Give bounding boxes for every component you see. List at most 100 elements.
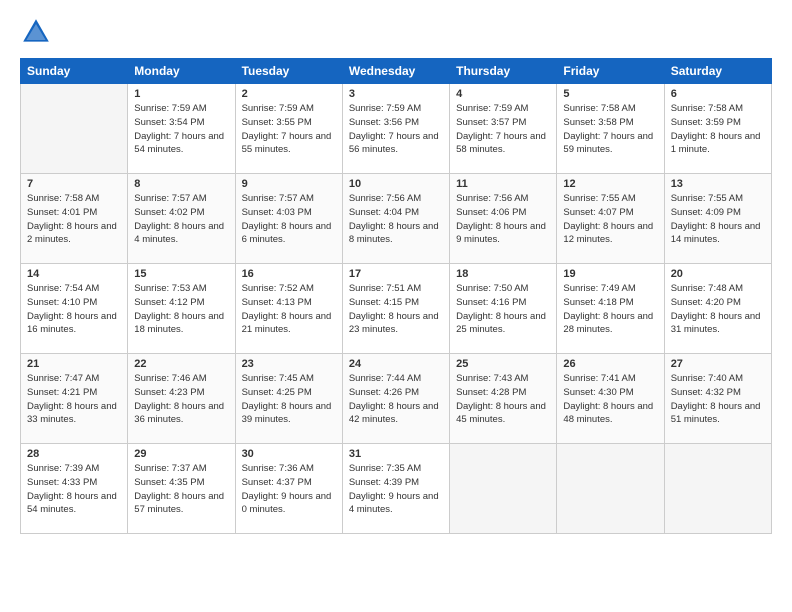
- calendar-day: [21, 84, 128, 174]
- calendar-day: 22 Sunrise: 7:46 AMSunset: 4:23 PMDayligh…: [128, 354, 235, 444]
- calendar-day: 4Sunrise: 7:59 AMSunset: 3:57 PMDaylight…: [450, 84, 557, 174]
- calendar-day: 10 Sunrise: 7:56 AMSunset: 4:04 PMDayligh…: [342, 174, 449, 264]
- day-info: Sunrise: 7:49 AMSunset: 4:18 PMDaylight:…: [563, 282, 657, 337]
- day-number: 8: [134, 178, 228, 190]
- calendar-day: 21 Sunrise: 7:47 AMSunset: 4:21 PMDayligh…: [21, 354, 128, 444]
- day-info: Sunrise: 7:57 AMSunset: 4:02 PMDaylight:…: [134, 192, 228, 247]
- calendar-day: 16 Sunrise: 7:52 AMSunset: 4:13 PMDayligh…: [235, 264, 342, 354]
- header-tuesday: Tuesday: [235, 59, 342, 84]
- calendar-day: 5 Sunrise: 7:58 AMSunset: 3:58 PMDaylight…: [557, 84, 664, 174]
- day-number: 1: [134, 88, 228, 100]
- calendar-day: 20Sunrise: 7:48 AMSunset: 4:20 PMDayligh…: [664, 264, 771, 354]
- day-number: 20: [671, 268, 765, 280]
- calendar-day: 18 Sunrise: 7:50 AMSunset: 4:16 PMDayligh…: [450, 264, 557, 354]
- calendar-week-4: 21 Sunrise: 7:47 AMSunset: 4:21 PMDayligh…: [21, 354, 772, 444]
- day-info: Sunrise: 7:47 AMSunset: 4:21 PMDaylight:…: [27, 372, 121, 427]
- day-number: 2: [242, 88, 336, 100]
- calendar-week-3: 14 Sunrise: 7:54 AMSunset: 4:10 PMDayligh…: [21, 264, 772, 354]
- header-thursday: Thursday: [450, 59, 557, 84]
- day-number: 5: [563, 88, 657, 100]
- calendar-day: 28 Sunrise: 7:39 AMSunset: 4:33 PMDayligh…: [21, 444, 128, 534]
- day-number: 18: [456, 268, 550, 280]
- day-info: Sunrise: 7:55 AMSunset: 4:09 PMDaylight:…: [671, 192, 765, 247]
- calendar-day: 26 Sunrise: 7:41 AMSunset: 4:30 PMDayligh…: [557, 354, 664, 444]
- calendar-day: 27 Sunrise: 7:40 AMSunset: 4:32 PMDayligh…: [664, 354, 771, 444]
- calendar-day: 25 Sunrise: 7:43 AMSunset: 4:28 PMDayligh…: [450, 354, 557, 444]
- day-info: Sunrise: 7:40 AMSunset: 4:32 PMDaylight:…: [671, 372, 765, 427]
- day-info: Sunrise: 7:51 AMSunset: 4:15 PMDaylight:…: [349, 282, 443, 337]
- calendar-day: [664, 444, 771, 534]
- calendar-day: 8 Sunrise: 7:57 AMSunset: 4:02 PMDaylight…: [128, 174, 235, 264]
- calendar-header-row: SundayMondayTuesdayWednesdayThursdayFrid…: [21, 59, 772, 84]
- calendar-day: 23 Sunrise: 7:45 AMSunset: 4:25 PMDayligh…: [235, 354, 342, 444]
- day-number: 24: [349, 358, 443, 370]
- header-sunday: Sunday: [21, 59, 128, 84]
- day-number: 19: [563, 268, 657, 280]
- calendar-day: 13 Sunrise: 7:55 AMSunset: 4:09 PMDayligh…: [664, 174, 771, 264]
- day-number: 21: [27, 358, 121, 370]
- day-info: Sunrise: 7:58 AMSunset: 3:59 PMDaylight:…: [671, 102, 765, 157]
- day-number: 23: [242, 358, 336, 370]
- day-number: 25: [456, 358, 550, 370]
- day-number: 26: [563, 358, 657, 370]
- header-wednesday: Wednesday: [342, 59, 449, 84]
- day-info: Sunrise: 7:50 AMSunset: 4:16 PMDaylight:…: [456, 282, 550, 337]
- day-number: 14: [27, 268, 121, 280]
- day-number: 22: [134, 358, 228, 370]
- calendar-day: 6 Sunrise: 7:58 AMSunset: 3:59 PMDaylight…: [664, 84, 771, 174]
- day-info: Sunrise: 7:59 AMSunset: 3:56 PMDaylight:…: [349, 102, 443, 157]
- day-number: 16: [242, 268, 336, 280]
- calendar-week-2: 7 Sunrise: 7:58 AMSunset: 4:01 PMDaylight…: [21, 174, 772, 264]
- page-header: [20, 16, 772, 48]
- header-monday: Monday: [128, 59, 235, 84]
- calendar-day: 14 Sunrise: 7:54 AMSunset: 4:10 PMDayligh…: [21, 264, 128, 354]
- day-number: 3: [349, 88, 443, 100]
- day-info: Sunrise: 7:58 AMSunset: 3:58 PMDaylight:…: [563, 102, 657, 157]
- day-number: 27: [671, 358, 765, 370]
- day-info: Sunrise: 7:59 AMSunset: 3:57 PMDaylight:…: [456, 102, 550, 157]
- day-number: 30: [242, 448, 336, 460]
- day-info: Sunrise: 7:54 AMSunset: 4:10 PMDaylight:…: [27, 282, 121, 337]
- day-info: Sunrise: 7:59 AMSunset: 3:55 PMDaylight:…: [242, 102, 336, 157]
- day-number: 12: [563, 178, 657, 190]
- header-saturday: Saturday: [664, 59, 771, 84]
- calendar-day: 11Sunrise: 7:56 AMSunset: 4:06 PMDayligh…: [450, 174, 557, 264]
- calendar-day: 24 Sunrise: 7:44 AMSunset: 4:26 PMDayligh…: [342, 354, 449, 444]
- day-info: Sunrise: 7:44 AMSunset: 4:26 PMDaylight:…: [349, 372, 443, 427]
- day-info: Sunrise: 7:58 AMSunset: 4:01 PMDaylight:…: [27, 192, 121, 247]
- day-info: Sunrise: 7:39 AMSunset: 4:33 PMDaylight:…: [27, 462, 121, 517]
- day-info: Sunrise: 7:37 AMSunset: 4:35 PMDaylight:…: [134, 462, 228, 517]
- day-info: Sunrise: 7:56 AMSunset: 4:04 PMDaylight:…: [349, 192, 443, 247]
- day-number: 9: [242, 178, 336, 190]
- calendar-week-5: 28 Sunrise: 7:39 AMSunset: 4:33 PMDayligh…: [21, 444, 772, 534]
- day-info: Sunrise: 7:35 AMSunset: 4:39 PMDaylight:…: [349, 462, 443, 517]
- calendar-day: [557, 444, 664, 534]
- day-info: Sunrise: 7:46 AMSunset: 4:23 PMDaylight:…: [134, 372, 228, 427]
- day-info: Sunrise: 7:45 AMSunset: 4:25 PMDaylight:…: [242, 372, 336, 427]
- calendar-day: [450, 444, 557, 534]
- day-info: Sunrise: 7:53 AMSunset: 4:12 PMDaylight:…: [134, 282, 228, 337]
- day-number: 10: [349, 178, 443, 190]
- day-number: 15: [134, 268, 228, 280]
- calendar-day: 19 Sunrise: 7:49 AMSunset: 4:18 PMDayligh…: [557, 264, 664, 354]
- day-number: 6: [671, 88, 765, 100]
- day-info: Sunrise: 7:59 AMSunset: 3:54 PMDaylight:…: [134, 102, 228, 157]
- logo: [20, 16, 56, 48]
- calendar-week-1: 1 Sunrise: 7:59 AMSunset: 3:54 PMDaylight…: [21, 84, 772, 174]
- day-number: 13: [671, 178, 765, 190]
- day-info: Sunrise: 7:36 AMSunset: 4:37 PMDaylight:…: [242, 462, 336, 517]
- day-info: Sunrise: 7:41 AMSunset: 4:30 PMDaylight:…: [563, 372, 657, 427]
- day-number: 7: [27, 178, 121, 190]
- calendar-day: 29Sunrise: 7:37 AMSunset: 4:35 PMDayligh…: [128, 444, 235, 534]
- calendar-day: 9Sunrise: 7:57 AMSunset: 4:03 PMDaylight…: [235, 174, 342, 264]
- day-number: 31: [349, 448, 443, 460]
- day-info: Sunrise: 7:43 AMSunset: 4:28 PMDaylight:…: [456, 372, 550, 427]
- calendar-day: 12 Sunrise: 7:55 AMSunset: 4:07 PMDayligh…: [557, 174, 664, 264]
- calendar-day: 2 Sunrise: 7:59 AMSunset: 3:55 PMDaylight…: [235, 84, 342, 174]
- day-info: Sunrise: 7:55 AMSunset: 4:07 PMDaylight:…: [563, 192, 657, 247]
- calendar-day: 15 Sunrise: 7:53 AMSunset: 4:12 PMDayligh…: [128, 264, 235, 354]
- day-number: 28: [27, 448, 121, 460]
- day-number: 17: [349, 268, 443, 280]
- logo-icon: [20, 16, 52, 48]
- day-info: Sunrise: 7:52 AMSunset: 4:13 PMDaylight:…: [242, 282, 336, 337]
